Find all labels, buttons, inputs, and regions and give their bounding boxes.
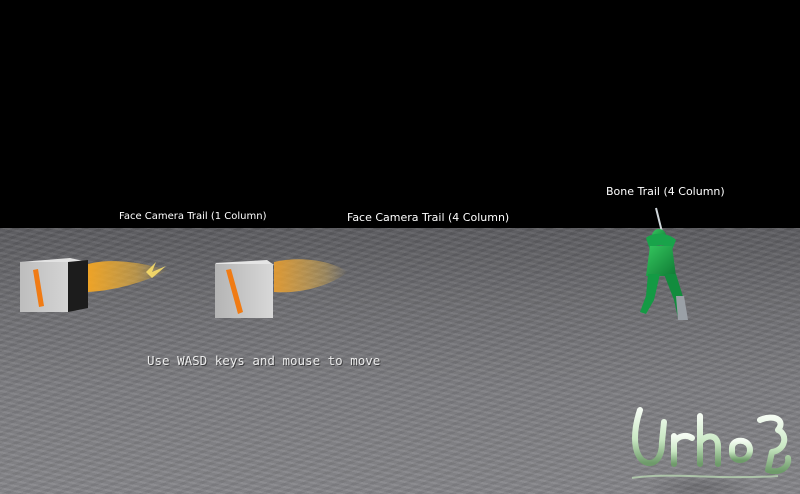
box-front: [215, 264, 273, 318]
urho3d-logo-icon: [631, 407, 792, 479]
box-side: [68, 260, 88, 312]
box-front: [20, 262, 68, 312]
ninja-torso: [646, 246, 676, 276]
label-bone-trail-4-column: Bone Trail (4 Column): [606, 185, 725, 198]
ninja-character[interactable]: [640, 207, 688, 320]
ninja-boot: [676, 296, 688, 320]
controls-hint: Use WASD keys and mouse to move: [147, 353, 381, 368]
trail-face-camera-4: [274, 259, 348, 293]
ninja-leg-left: [640, 274, 660, 314]
box-face-camera-1: [20, 258, 168, 312]
game-viewport[interactable]: Face Camera Trail (1 Column) Face Camera…: [0, 0, 800, 494]
box-face-camera-4: [215, 259, 348, 318]
label-face-camera-trail-1-column: Face Camera Trail (1 Column): [119, 211, 267, 222]
label-face-camera-trail-4-column: Face Camera Trail (4 Column): [347, 211, 510, 224]
trail-face-camera-1: [88, 261, 168, 292]
